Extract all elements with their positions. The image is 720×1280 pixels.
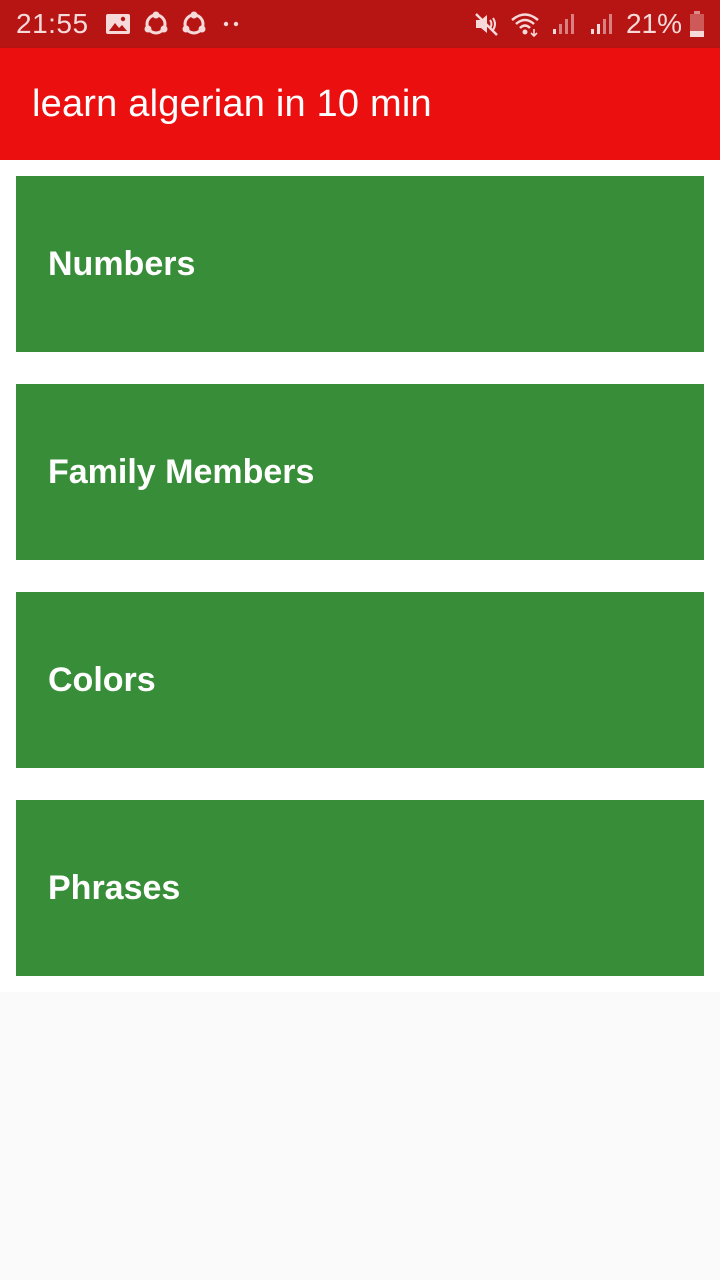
battery-icon — [688, 9, 706, 39]
mute-icon — [472, 9, 502, 39]
app-bar: learn algerian in 10 min — [0, 48, 720, 160]
signal-icon — [586, 9, 616, 39]
status-time: 21:55 — [16, 8, 89, 39]
category-label: Family Members — [48, 452, 315, 491]
more-notifications-icon — [217, 9, 247, 39]
status-bar: 21:55 21% — [0, 0, 720, 48]
battery-percentage: 21% — [625, 8, 682, 39]
category-list: Numbers Family Members Colors Phrases — [0, 160, 720, 992]
signal-icon — [548, 9, 578, 39]
category-colors[interactable]: Colors — [16, 592, 704, 768]
category-label: Colors — [48, 660, 156, 699]
share-it-icon — [141, 9, 171, 39]
gallery-icon — [103, 9, 133, 39]
app-title: learn algerian in 10 min — [32, 82, 432, 125]
category-numbers[interactable]: Numbers — [16, 176, 704, 352]
category-phrases[interactable]: Phrases — [16, 800, 704, 976]
category-label: Numbers — [48, 244, 196, 283]
share-it-icon — [179, 9, 209, 39]
category-label: Phrases — [48, 868, 181, 907]
wifi-icon — [510, 9, 540, 39]
status-left: 21:55 — [16, 8, 468, 40]
status-right: 21% — [468, 8, 706, 40]
category-family-members[interactable]: Family Members — [16, 384, 704, 560]
